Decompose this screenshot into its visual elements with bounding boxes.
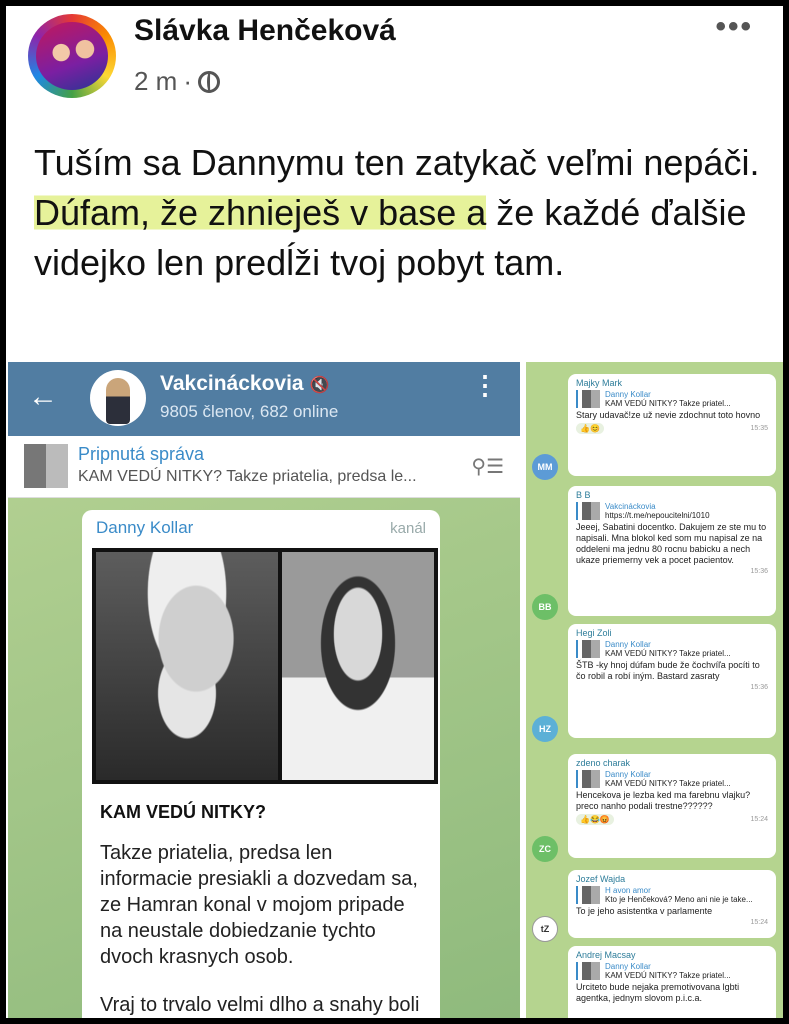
comment-time: 15:24 — [750, 919, 768, 926]
comment-footer: 👍😊 15:35 — [576, 423, 768, 434]
comment-author[interactable]: Andrej Macsay — [576, 950, 768, 960]
message-paragraph-2: Vraj to trvalo velmi dlho a snahy boli u… — [100, 994, 420, 1016]
quote-text: https://t.me/nepoucitelni/1010 — [605, 511, 710, 520]
comment-footer: 15:36 — [576, 684, 768, 691]
quote-author: Danny Kollar — [605, 962, 651, 971]
comment-author[interactable]: Majky Mark — [576, 378, 768, 388]
quote-text: KAM VEDÚ NITKY? Takze priatel... — [605, 779, 731, 788]
reply-quote[interactable]: Danny Kollar KAM VEDÚ NITKY? Takze priate… — [576, 962, 768, 980]
quote-thumbnail — [582, 962, 600, 980]
post-meta: 2 m · — [134, 66, 221, 97]
reply-quote[interactable]: Vakcináckovia https://t.me/nepoucitelni/1… — [576, 502, 768, 520]
post-text-part1: Tuším sa Dannymu ten zatykač veľmi nepáč… — [34, 142, 760, 183]
comment-text: Urciteto bude nejaka premotivovana lgbti… — [576, 982, 740, 1003]
quote-author: Danny Kollar — [605, 390, 651, 399]
telegram-screenshot-left: ← Vakcináckovia 🔇 9805 členov, 682 onlin… — [8, 362, 520, 1018]
comment-time: 15:24 — [750, 816, 768, 823]
comment-bubble[interactable]: Jozef Wajda H avon amor Kto je Henčeková? … — [568, 870, 776, 938]
comment-footer: 15:24 — [576, 919, 768, 926]
message-photo[interactable] — [92, 548, 438, 784]
message-paragraph-1: Takze priatelia, predsa len informacie p… — [100, 842, 418, 968]
pinned-message-bar[interactable]: Pripnutá správa KAM VEDÚ NITKY? Takze pr… — [8, 436, 520, 498]
reply-quote[interactable]: Danny Kollar KAM VEDÚ NITKY? Takze priate… — [576, 390, 768, 408]
comment-bubble[interactable]: Majky Mark Danny Kollar KAM VEDÚ NITKY? Ta… — [568, 374, 776, 476]
comment-bubble[interactable]: zdeno charak Danny Kollar KAM VEDÚ NITKY? … — [568, 754, 776, 858]
comment-time: 15:36 — [750, 568, 768, 575]
comment-author[interactable]: zdeno charak — [576, 758, 768, 768]
quote-text: KAM VEDÚ NITKY? Takze priatel... — [605, 649, 731, 658]
reply-quote[interactable]: Danny Kollar KAM VEDÚ NITKY? Takze priate… — [576, 770, 768, 788]
comment-text: Jeeej, Sabatini docentko. Dakujem ze ste… — [576, 522, 767, 565]
channel-title[interactable]: Vakcináckovia 🔇 — [160, 372, 329, 396]
message-author[interactable]: Danny Kollar — [96, 518, 193, 538]
message-body: Takze priatelia, predsa len informacie p… — [100, 840, 430, 1018]
quote-author: Danny Kollar — [605, 640, 651, 649]
author-avatar[interactable] — [28, 14, 116, 98]
reply-quote[interactable]: Danny Kollar KAM VEDÚ NITKY? Takze priate… — [576, 640, 768, 658]
quote-thumbnail — [582, 390, 600, 408]
reactions[interactable]: 👍😂😡 — [576, 814, 614, 825]
post-body: Tuším sa Dannymu ten zatykač veľmi nepáč… — [34, 138, 764, 288]
comment-bubble[interactable]: Andrej Macsay Danny Kollar KAM VEDÚ NITKY?… — [568, 946, 776, 1018]
back-arrow-icon[interactable]: ← — [28, 380, 58, 414]
facebook-post: Slávka Henčeková 2 m · ••• Tuším sa Dann… — [6, 6, 783, 1018]
comment-text: To je jeho asistentka v parlamente — [576, 906, 713, 916]
avatar-photo — [36, 22, 108, 90]
telegram-screenshot-right: Majky Mark Danny Kollar KAM VEDÚ NITKY? Ta… — [520, 362, 783, 1018]
divider — [520, 362, 526, 1018]
comment-author[interactable]: B B — [576, 490, 768, 500]
channel-name: Vakcináckovia — [160, 372, 304, 395]
quote-author: H avon amor — [605, 886, 651, 895]
channel-message: Danny Kollar kanál KAM VEDÚ NITKY? Takze… — [82, 510, 440, 1018]
globe-icon — [198, 70, 221, 93]
pin-list-icon[interactable]: ⚲☰ — [471, 454, 504, 479]
quote-thumbnail — [582, 502, 600, 520]
user-avatar[interactable]: BB — [532, 594, 558, 620]
more-options-icon[interactable]: ••• — [715, 10, 753, 44]
post-text-highlight: Dúfam, že zhnieješ v base a — [34, 192, 487, 233]
quote-author: Vakcináckovia — [605, 502, 656, 511]
quote-text: KAM VEDÚ NITKY? Takze priatel... — [605, 399, 731, 408]
muted-icon: 🔇 — [309, 377, 330, 394]
quote-author: Danny Kollar — [605, 770, 651, 779]
author-name[interactable]: Slávka Henčeková — [134, 14, 396, 48]
comment-bubble[interactable]: Hegi Zoli Danny Kollar KAM VEDÚ NITKY? Tak… — [568, 624, 776, 738]
pinned-thumbnail — [24, 444, 68, 488]
comment-footer: 15:36 — [576, 568, 768, 575]
pinned-title: Pripnutá správa — [78, 444, 205, 464]
user-avatar[interactable]: MM — [532, 454, 558, 480]
quote-thumbnail — [582, 770, 600, 788]
photo-man — [96, 552, 278, 780]
reactions[interactable]: 👍😊 — [576, 423, 604, 434]
channel-members: 9805 členov, 682 online — [160, 402, 339, 421]
user-avatar[interactable]: ZC — [532, 836, 558, 862]
comment-author[interactable]: Jozef Wajda — [576, 874, 768, 884]
post-time[interactable]: 2 m — [134, 66, 177, 97]
reply-quote[interactable]: H avon amor Kto je Henčeková? Meno ani ni… — [576, 886, 768, 904]
comment-text: Stary udavač!ze už nevie zdochnut toto h… — [576, 410, 761, 420]
photo-woman — [282, 552, 434, 780]
comment-text: Hencekova je lezba ked ma farebnu vlajku… — [576, 790, 751, 811]
quote-text: Kto je Henčeková? Meno ani nie je take..… — [605, 895, 753, 904]
message-headline: KAM VEDÚ NITKY? — [100, 802, 266, 822]
user-avatar[interactable]: tZ — [532, 916, 558, 942]
user-avatar[interactable]: HZ — [532, 716, 558, 742]
pinned-text: KAM VEDÚ NITKY? Takze priatelia, predsa … — [78, 468, 417, 485]
channel-avatar[interactable] — [90, 370, 146, 426]
quote-thumbnail — [582, 640, 600, 658]
quote-thumbnail — [582, 886, 600, 904]
quote-text: KAM VEDÚ NITKY? Takze priatel... — [605, 971, 731, 980]
kebab-menu-icon[interactable]: ⋮ — [472, 372, 498, 398]
comment-time: 15:35 — [750, 425, 768, 432]
comment-text: ŠTB -ky hnoj dúfam bude že čochvíľa pocí… — [576, 660, 760, 681]
comment-time: 15:36 — [750, 684, 768, 691]
comment-footer: 👍😂😡 15:24 — [576, 814, 768, 825]
meta-dot: · — [183, 66, 193, 96]
message-channel-label: kanál — [390, 520, 426, 537]
telegram-header: ← Vakcináckovia 🔇 9805 členov, 682 onlin… — [8, 362, 520, 436]
comment-bubble[interactable]: B B Vakcináckovia https://t.me/nepouciteln… — [568, 486, 776, 616]
comment-author[interactable]: Hegi Zoli — [576, 628, 768, 638]
